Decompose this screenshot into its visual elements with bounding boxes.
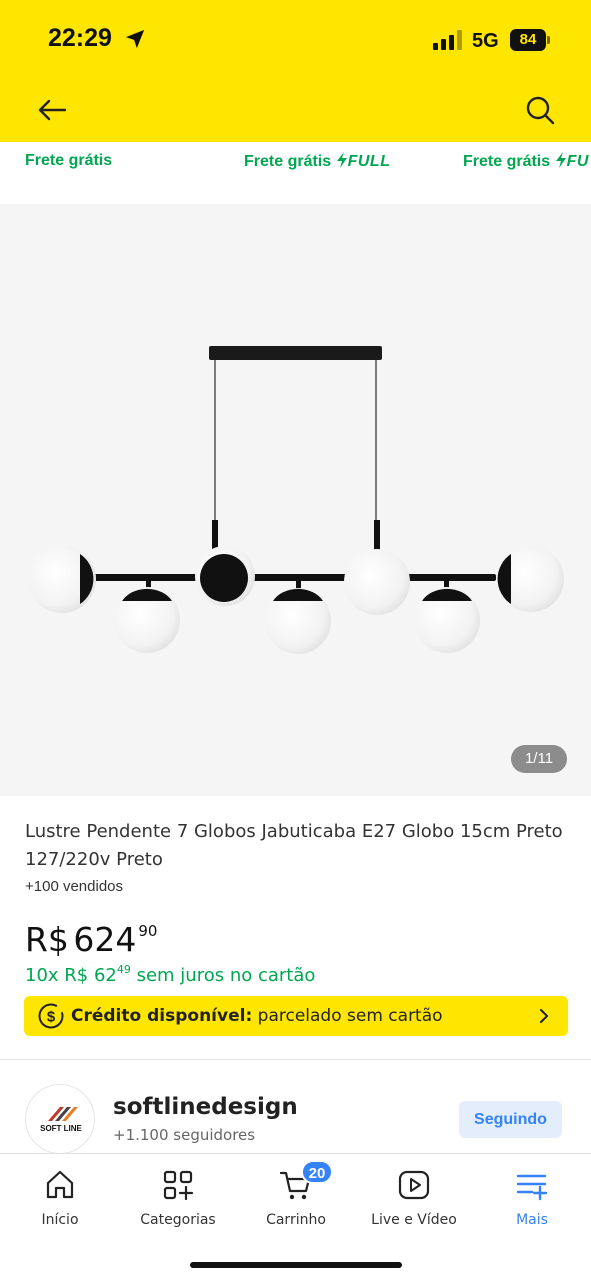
search-icon [526,96,555,125]
top-nav [0,80,591,142]
shipping-badges-strip[interactable]: Frete grátis Frete grátis FULL Frete grá… [0,142,591,204]
follow-button[interactable]: Seguindo [459,1101,562,1138]
full-label: FU [566,153,589,170]
credit-detail: parcelado sem cartão [252,1006,443,1026]
seller-logo-icon: SOFT LINE [40,1107,83,1133]
installments-info: 10x R$ 6249 sem juros no cartão [25,963,316,986]
image-counter: 1/11 [511,745,567,773]
tab-label: Live e Vídeo [371,1212,457,1228]
home-indicator [190,1262,402,1268]
shipping-label: Frete grátis [244,153,332,170]
battery-level: 84 [510,29,546,51]
tab-cart[interactable]: 20 Carrinho [237,1160,355,1228]
lightning-icon [336,152,347,168]
product-image [28,346,564,654]
seller-name[interactable]: softlinedesign [113,1094,298,1120]
shipping-badge-full: Frete grátis FU [463,152,589,171]
svg-text:$: $ [47,1009,56,1026]
product-title: Lustre Pendente 7 Globos Jabuticaba E27 … [25,821,563,870]
battery-icon: 84 [510,29,550,51]
tab-live-video[interactable]: Live e Vídeo [355,1168,473,1228]
shipping-badge: Frete grátis [25,152,112,170]
credit-bold: Crédito disponível: [71,1006,253,1026]
tab-categories[interactable]: Categorias [119,1168,237,1228]
chevron-right-icon [540,1009,548,1023]
sold-count: +100 vendidos [25,878,123,895]
money-dollar-icon: $ [38,1003,64,1029]
divider [0,1059,591,1060]
tab-label: Início [41,1212,79,1228]
shipping-badge-full: Frete grátis FULL [244,152,390,171]
status-bar: 22:29 5G 84 [0,0,591,80]
product-image-gallery[interactable]: 1/11 [0,204,591,796]
shipping-label: Frete grátis [463,153,551,170]
installments-prefix: 10x R$ 62 [25,965,117,986]
product-price: R$ 624 90 [25,920,157,964]
status-time: 22:29 [48,24,112,52]
price-currency: R$ [25,920,69,959]
categories-icon [163,1170,194,1201]
shipping-label: Frete grátis [25,152,113,169]
back-button[interactable] [34,92,70,128]
credit-banner[interactable]: $ Crédito disponível: parcelado sem cart… [24,996,568,1036]
full-label: FULL [347,153,391,170]
tab-more[interactable]: Mais [473,1168,591,1228]
installments-suffix: sem juros no cartão [130,965,316,986]
tab-home[interactable]: Início [1,1168,119,1228]
signal-icon [433,30,462,50]
product-info: Lustre Pendente 7 Globos Jabuticaba E27 … [25,818,565,895]
bottom-tab-bar: Início Categorias 20 Carrinho Live e Víd… [0,1153,591,1280]
tab-label: Categorias [140,1212,216,1228]
arrow-left-icon [38,99,67,121]
price-integer: 624 [73,920,137,959]
home-icon [46,1170,74,1199]
location-arrow-icon [125,29,145,49]
network-type: 5G [472,30,499,52]
seller-avatar[interactable]: SOFT LINE [25,1084,95,1154]
logo-text: SOFT LINE [40,1124,82,1133]
credit-text: Crédito disponível: parcelado sem cartão [71,1006,443,1026]
seller-followers: +1.100 seguidores [113,1126,256,1144]
play-icon [398,1170,430,1200]
more-list-icon [516,1174,548,1201]
tab-label: Mais [516,1212,548,1228]
installments-cents: 49 [116,963,131,976]
tab-label: Carrinho [266,1212,326,1228]
seller-card[interactable]: SOFT LINE softlinedesign +1.100 seguidor… [25,1084,565,1154]
lightning-icon [555,152,566,168]
price-cents: 90 [138,922,158,940]
cart-badge: 20 [301,1160,333,1184]
search-button[interactable] [522,92,558,128]
battery-tip [547,36,550,44]
